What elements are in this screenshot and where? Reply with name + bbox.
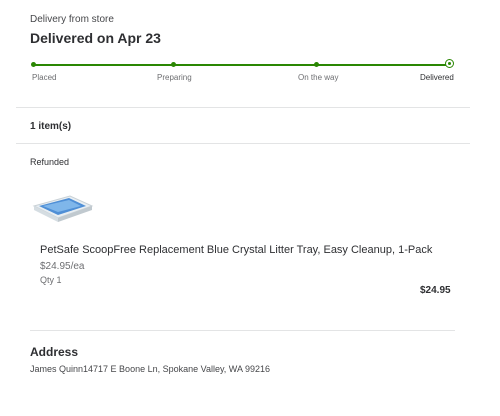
progress-step-preparing: Preparing <box>157 73 192 82</box>
section-divider <box>30 330 455 331</box>
product-quantity: Qty 1 <box>40 275 62 285</box>
order-progress-tracker: Placed Preparing On the way Delivered <box>0 0 500 90</box>
litter-tray-product-image[interactable] <box>30 192 95 227</box>
progress-step-delivered: Delivered <box>420 73 454 82</box>
product-total-price: $24.95 <box>420 285 451 296</box>
progress-dot-preparing <box>171 62 176 67</box>
items-count: 1 item(s) <box>30 121 72 132</box>
progress-step-on-the-way: On the way <box>298 73 339 82</box>
item-group-status: Refunded <box>30 157 70 167</box>
progress-dot-on-the-way <box>314 62 319 67</box>
section-divider <box>16 143 470 144</box>
section-divider <box>16 107 470 108</box>
product-name-link[interactable]: PetSafe ScoopFree Replacement Blue Cryst… <box>40 244 432 256</box>
progress-step-placed: Placed <box>32 73 57 82</box>
address-text: James Quinn14717 E Boone Ln, Spokane Val… <box>30 364 270 374</box>
progress-dot-delivered <box>445 59 454 68</box>
progress-track <box>32 64 447 66</box>
address-heading: Address <box>30 345 79 359</box>
progress-dot-placed <box>31 62 36 67</box>
product-unit-price: $24.95/ea <box>40 261 85 272</box>
